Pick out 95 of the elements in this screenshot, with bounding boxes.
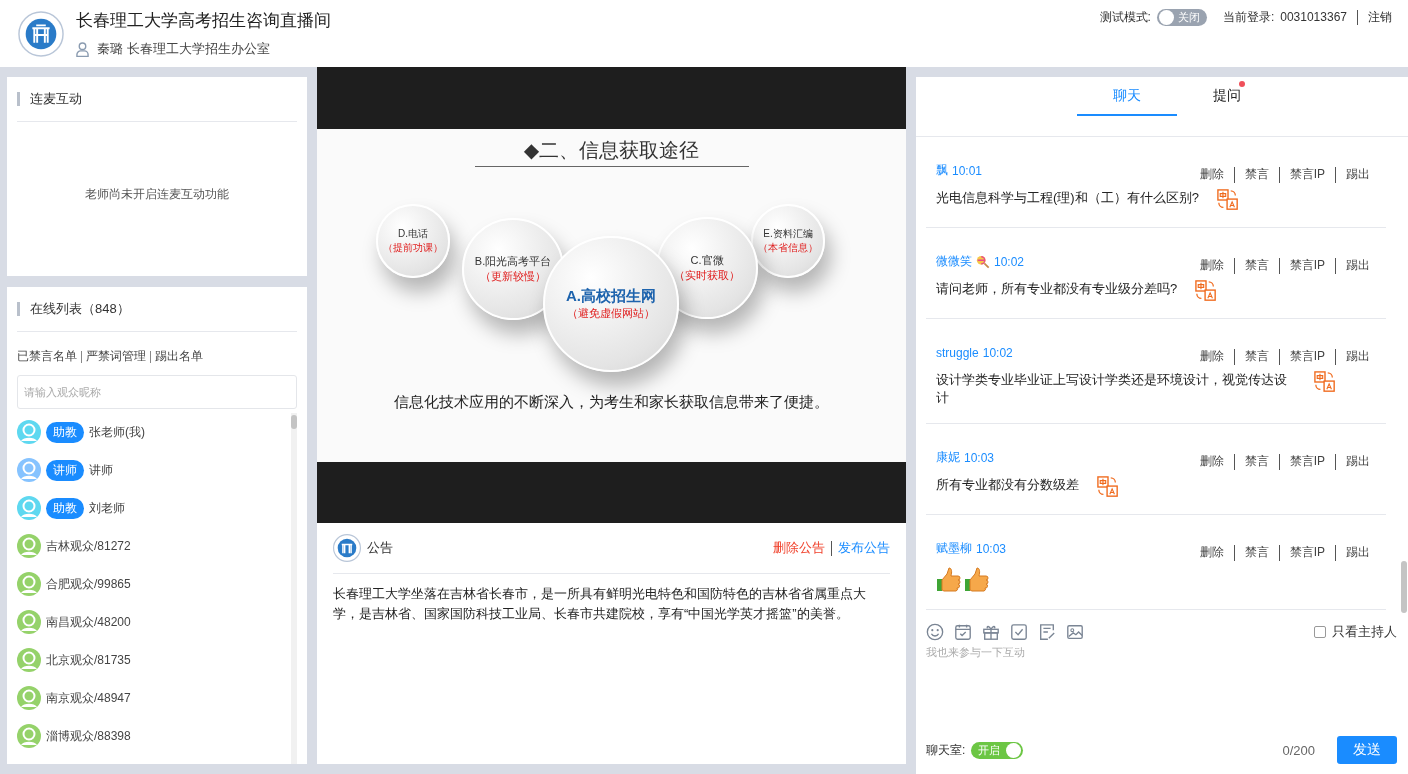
moderation-link[interactable]: 禁言 [1244,453,1269,470]
user-name[interactable]: 讲师 [89,461,113,479]
translate-icon[interactable] [1097,476,1119,498]
message-text: 所有专业都没有分数级差 [936,476,1079,494]
panel-title: 在线列表（848） [17,287,297,332]
translate-icon[interactable] [1195,280,1218,302]
moderation-link[interactable]: 禁言 [1244,348,1269,365]
user-name[interactable]: 淄博观众/88398 [46,727,131,745]
message-text: 设计学类专业毕业证上写设计学类还是环境设计，视觉传达设计 [936,371,1288,407]
chat-room-label: 聊天室: [926,741,966,759]
moderation-link[interactable]: 删除 [1199,453,1224,470]
bubble-note: （本省信息） [758,240,818,255]
moderation-link[interactable]: 禁言IP [1289,453,1325,470]
scrollbar[interactable] [291,413,297,764]
message-time: 10:02 [982,345,1013,360]
bubble-note: （更新较慢） [480,268,546,284]
moderation-link[interactable]: 踢出 [1346,348,1370,365]
moderation-link[interactable]: 禁言 [1244,166,1269,183]
moderation-link[interactable]: 禁言IP [1289,166,1325,183]
notice-action-link[interactable]: 发布公告 [838,539,890,557]
moderation-link[interactable]: 禁言 [1244,544,1269,561]
bubble-label: B.阳光高考平台 [474,253,552,269]
panel-title: 连麦互动 [17,77,297,122]
bubble-note: （实时获取） [674,267,740,283]
list-link[interactable]: 已禁言名单 [17,348,77,365]
bubble-label: A.高校招生网 [566,286,656,306]
mic-status-text: 老师尚未开启连麦互动功能 [84,185,230,203]
bubble-label: E.资料汇编 [763,226,813,241]
user-name[interactable]: 南昌观众/48200 [46,613,131,631]
user-name[interactable]: 吉林观众/81272 [46,537,131,555]
login-label: 当前登录: [1222,8,1275,26]
host-only-label[interactable]: 只看主持人 [1332,623,1397,641]
tab[interactable]: 聊天 [1077,77,1177,116]
notice-action-link[interactable]: 删除公告 [773,539,825,557]
sender-name: 赋墨柳 [936,540,972,557]
role-badge: 助教 [46,497,84,519]
logout-link[interactable]: 注销 [1368,8,1392,26]
checkbox-icon[interactable] [1010,623,1028,641]
moderation-link[interactable]: 禁言IP [1289,348,1325,365]
moderation-link[interactable]: 禁言IP [1289,544,1325,561]
calendar-check-icon[interactable] [954,623,972,641]
user-name[interactable]: 南京观众/48947 [46,689,131,707]
bubble-note: （提前功课） [383,240,443,255]
sender-name: struggle [936,345,979,360]
moderation-link[interactable]: 禁言 [1244,257,1269,274]
message-text: 光电信息科学与工程(理)和（工）有什么区别? [936,189,1199,207]
translate-icon[interactable] [1216,189,1239,211]
notice-title: 公告 [367,539,393,557]
user-name[interactable]: 北京观众/81735 [46,651,131,669]
tab[interactable]: 提问 [1177,77,1277,116]
moderation-link[interactable]: 踢出 [1346,166,1370,183]
list-link[interactable]: 踢出名单 [155,348,203,365]
moderation-link[interactable]: 删除 [1199,544,1224,561]
message-time: 10:03 [964,450,995,465]
bubble-label: D.电话 [398,226,428,241]
bubble-label: C.官微 [690,252,724,268]
user-name[interactable]: 刘老师 [89,499,125,517]
user-name[interactable]: 合肥观众/99865 [46,575,131,593]
slide-title: ◆二、信息获取途径 [474,136,749,167]
message-time: 10:02 [994,254,1025,269]
university-logo [333,534,361,562]
list-link[interactable]: 严禁词管理 [86,348,146,365]
bubble-note: （避免虚假网站） [567,305,655,321]
login-id: 0031013367 [1280,10,1347,24]
moderation-link[interactable]: 踢出 [1346,544,1370,561]
sender-name: 康妮 [936,449,960,466]
university-logo [18,10,64,57]
moderation-link[interactable]: 删除 [1199,257,1224,274]
moderation-link[interactable]: 踢出 [1346,257,1370,274]
edit-icon[interactable] [1038,623,1056,641]
message-text: 请问老师，所有专业都没有专业级分差吗? [936,280,1178,298]
gift-icon[interactable] [982,623,1000,641]
host-only-checkbox[interactable] [1314,626,1326,638]
role-badge: 助教 [46,421,84,443]
emoji-icon[interactable] [926,623,944,641]
message-time: 10:03 [976,541,1007,556]
moderation-link[interactable]: 删除 [1199,348,1224,365]
host-name: 秦璐 长春理工大学招生办公室 [97,40,270,58]
moderation-link[interactable]: 踢出 [1346,453,1370,470]
user-icon [76,41,89,57]
character-counter: 0/200 [1282,742,1315,758]
test-mode-label: 测试模式: [1099,8,1151,26]
translate-icon[interactable] [1314,371,1336,393]
sender-name: 微微笑 [936,253,972,270]
role-badge: 讲师 [46,459,84,481]
message-time: 10:01 [952,163,983,178]
moderation-link[interactable]: 删除 [1199,166,1224,183]
slide-caption: 信息化技术应用的不断深入，为考生和家长获取信息带来了便捷。 [394,392,829,412]
moderation-link[interactable]: 禁言IP [1289,257,1325,274]
sender-name: 飘 [936,162,948,179]
search-field[interactable]: 请输入观众昵称 [17,375,297,409]
page-title: 长春理工大学高考招生咨询直播间 [76,10,331,32]
image-icon[interactable] [1066,623,1084,641]
notice-text: 长春理工大学坐落在吉林省长春市，是一所具有鲜明光电特色和国防特色的吉林省省属重点大学，是吉林省、国家国防科技工业局、长春市共建院校，享有“中国光学英才摇篮”的美誉。 [333,585,867,623]
user-name[interactable]: 张老师(我) [89,423,145,441]
